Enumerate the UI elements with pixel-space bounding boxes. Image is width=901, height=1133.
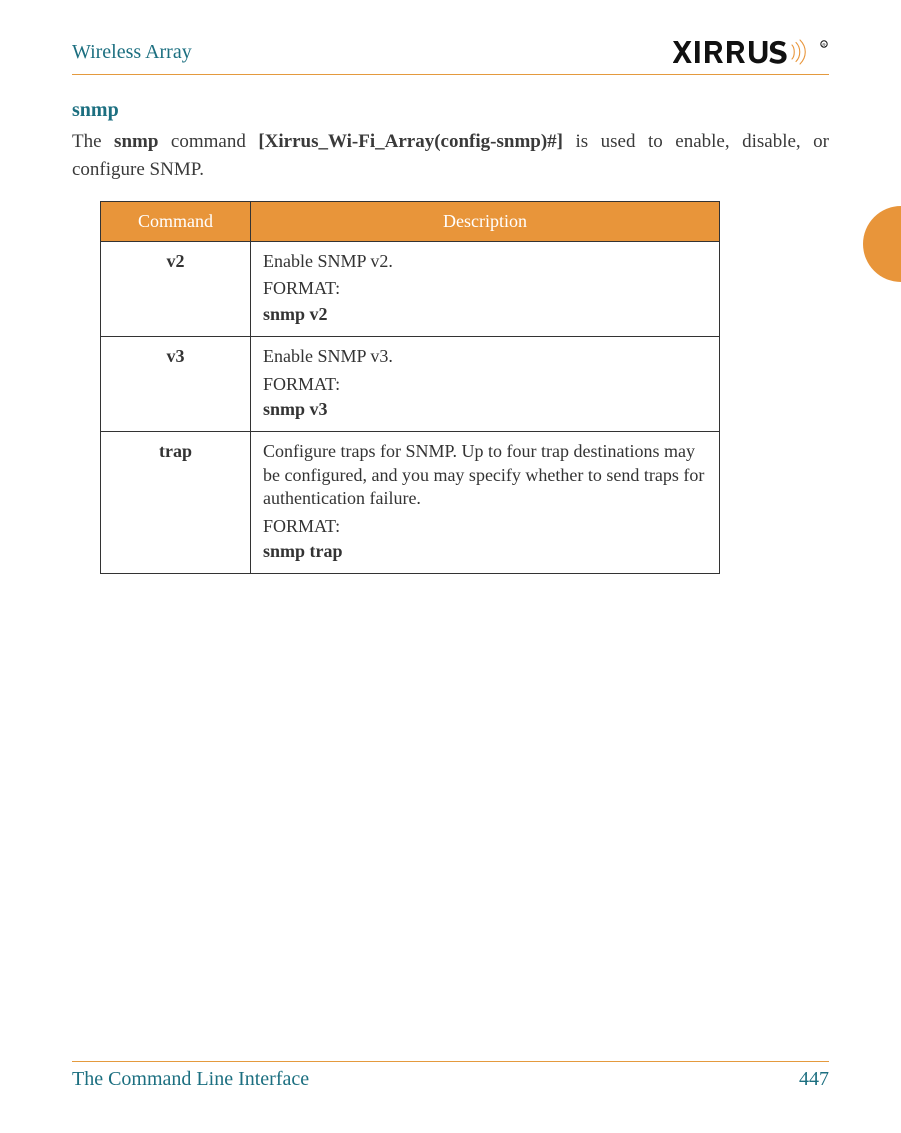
format-value: snmp v3 — [263, 398, 707, 421]
page-header: Wireless Array R — [72, 34, 829, 70]
format-value: snmp v2 — [263, 303, 707, 326]
description-cell: Configure traps for SNMP. Up to four tra… — [251, 432, 720, 574]
format-label: FORMAT: — [263, 373, 707, 396]
command-cell: v2 — [101, 242, 251, 337]
xirrus-logo-svg: R — [673, 38, 829, 66]
table-row: v2 Enable SNMP v2. FORMAT: snmp v2 — [101, 242, 720, 337]
command-cell: v3 — [101, 337, 251, 432]
command-table-wrap: Command Description v2 Enable SNMP v2. F… — [100, 201, 829, 574]
footer-page-number: 447 — [799, 1068, 829, 1091]
table-header-row: Command Description — [101, 202, 720, 242]
section-heading: snmp — [72, 99, 829, 122]
intro-command-name: snmp — [114, 131, 158, 152]
table-row: v3 Enable SNMP v3. FORMAT: snmp v3 — [101, 337, 720, 432]
format-label: FORMAT: — [263, 277, 707, 300]
column-header-description: Description — [251, 202, 720, 242]
command-cell: trap — [101, 432, 251, 574]
intro-cli-prompt: [Xirrus_Wi-Fi_Array(config-snmp)#] — [258, 131, 563, 152]
header-title: Wireless Array — [72, 41, 192, 64]
description-text: Enable SNMP v2. — [263, 250, 707, 273]
document-page: Wireless Array R — [0, 0, 901, 1133]
description-text: Configure traps for SNMP. Up to four tra… — [263, 440, 707, 510]
format-label: FORMAT: — [263, 515, 707, 538]
footer-divider — [72, 1061, 829, 1062]
intro-text-mid: command — [158, 131, 258, 152]
description-cell: Enable SNMP v3. FORMAT: snmp v3 — [251, 337, 720, 432]
header-divider — [72, 74, 829, 75]
command-table: Command Description v2 Enable SNMP v2. F… — [100, 201, 720, 574]
brand-logo: R — [673, 38, 829, 66]
description-text: Enable SNMP v3. — [263, 345, 707, 368]
section-side-tab — [863, 206, 901, 282]
intro-text-pre: The — [72, 131, 114, 152]
description-cell: Enable SNMP v2. FORMAT: snmp v2 — [251, 242, 720, 337]
format-value: snmp trap — [263, 540, 707, 563]
table-row: trap Configure traps for SNMP. Up to fou… — [101, 432, 720, 574]
footer-section-title: The Command Line Interface — [72, 1068, 309, 1091]
column-header-command: Command — [101, 202, 251, 242]
page-footer: The Command Line Interface 447 — [72, 1061, 829, 1091]
intro-paragraph: The snmp command [Xirrus_Wi-Fi_Array(con… — [72, 128, 829, 183]
